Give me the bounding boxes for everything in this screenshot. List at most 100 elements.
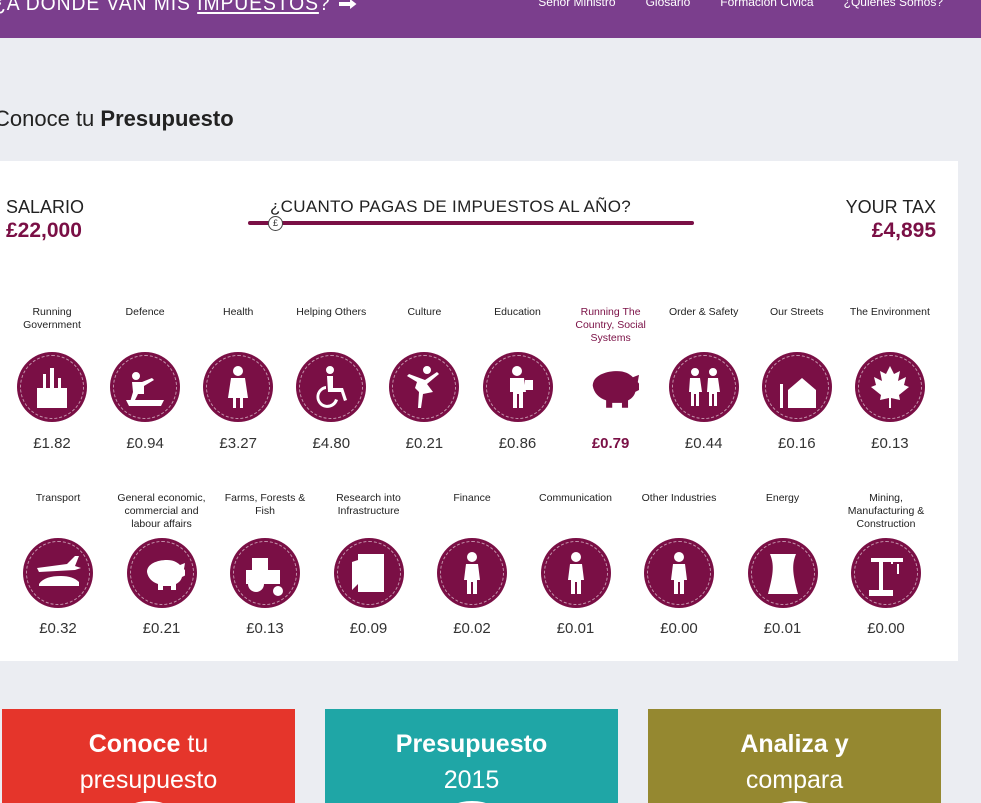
category-amount: £0.44 (684, 435, 723, 452)
category-icon-circle[interactable] (389, 352, 460, 422)
category-amount: £0.00 (660, 620, 698, 637)
nav-item-formacion-civica[interactable]: Formación Cívica (720, 0, 813, 9)
category-label: Research into Infrastructure (336, 492, 401, 517)
category-icon-circle[interactable] (437, 538, 507, 608)
category-item[interactable]: Mining, Manufacturing & Construction £0.0… (838, 492, 934, 637)
tax-value: £4,895 (871, 219, 936, 242)
category-icon-circle[interactable] (854, 352, 925, 422)
category-label: Mining, Manufacturing & Construction (847, 492, 925, 530)
category-icon-circle[interactable] (761, 352, 832, 422)
category-icon-circle[interactable] (747, 538, 818, 608)
category-icon-circle[interactable] (540, 538, 611, 608)
street-house-icon (779, 378, 816, 408)
category-icon-circle[interactable] (110, 352, 181, 422)
category-label: Running The Country, Social Systems (575, 306, 646, 344)
category-item[interactable]: The Environment £0.13 (842, 306, 938, 452)
category-amount: £0.00 (867, 620, 905, 637)
card-line-1: Conoce tu (2, 726, 295, 762)
category-icon-circle[interactable] (851, 538, 921, 608)
category-amount: £0.13 (871, 435, 909, 452)
category-label: The Environment (849, 306, 930, 318)
category-icon-circle[interactable] (576, 352, 646, 422)
category-item[interactable]: Our Streets £0.16 (749, 306, 845, 452)
category-amount: £0.16 (778, 435, 816, 452)
category-icon-circle[interactable] (333, 538, 404, 608)
category-label: Communication (539, 492, 612, 504)
logo-question-mark: ? (318, 0, 331, 15)
category-item[interactable]: Education £0.86 (470, 306, 566, 452)
category-label: Health (223, 306, 254, 318)
pointing-hand-icon (338, 0, 357, 10)
category-item[interactable]: Running The Country, Social Systems £0.79 (563, 306, 659, 452)
feature-card-3[interactable]: Analiza y compara (648, 709, 941, 803)
salary-value[interactable]: £22,000 (6, 219, 82, 243)
category-item[interactable]: Health £3.27 (190, 306, 286, 452)
category-label: Energy (765, 492, 800, 504)
tax-question: ¿CUANTO PAGAS DE IMPUESTOS AL AÑO? (270, 197, 631, 216)
wheelchair-icon (316, 366, 348, 408)
category-amount: £0.21 (142, 620, 181, 637)
category-item[interactable]: Culture £0.21 (376, 306, 472, 452)
person-icon (464, 552, 480, 594)
category-label: Farms, Forests & Fish (224, 492, 306, 517)
tax-label: YOUR TAX (845, 197, 936, 217)
category-amount: £0.79 (591, 435, 630, 452)
category-label: Running Government (23, 306, 81, 331)
notebook-icon (351, 554, 384, 592)
feature-card-1[interactable]: Conoce tu presupuesto (2, 709, 295, 803)
salary-slider-handle[interactable]: £ (268, 216, 283, 231)
category-icon-circle[interactable] (482, 352, 553, 422)
site-logo[interactable]: ¿A DÓNDE VAN MIS IMPUESTOS? (0, 0, 357, 16)
person-icon (671, 552, 687, 594)
category-item[interactable]: Other Industries £0.00 (631, 492, 727, 637)
category-icon-circle[interactable] (644, 538, 714, 608)
category-icon-circle[interactable] (126, 538, 197, 608)
category-item[interactable]: Farms, Forests & Fish £0.13 (217, 492, 313, 637)
category-amount: £0.09 (349, 620, 388, 637)
category-icon-circle[interactable] (230, 538, 300, 608)
category-item[interactable]: General economic, commercial and labour … (114, 492, 210, 637)
category-item[interactable]: Research into Infrastructure £0.09 (321, 492, 417, 637)
category-icon-circle[interactable] (296, 352, 367, 422)
category-item[interactable]: Order & Safety £0.44 (656, 306, 752, 452)
category-amount: £4.80 (312, 435, 351, 452)
category-icon-circle[interactable] (668, 352, 739, 422)
salary-label: SALARIO (6, 197, 85, 217)
category-label: Education (494, 306, 541, 318)
maple-leaf-icon (870, 366, 909, 408)
category-label: Transport (35, 492, 81, 504)
category-icon-circle[interactable] (203, 352, 274, 422)
category-item[interactable]: Defence £0.94 (97, 306, 193, 452)
logo-text: ¿A DÓNDE VAN MIS (0, 0, 191, 15)
category-item[interactable]: Energy £0.01 (735, 492, 831, 637)
category-label: Order & Safety (668, 306, 739, 318)
cooling-tower-icon (767, 554, 798, 594)
category-amount: £0.13 (246, 620, 284, 637)
nurse-icon (228, 366, 249, 408)
card-text: tu (180, 730, 209, 758)
category-label: Culture (407, 306, 442, 318)
category-label: Our Streets (769, 306, 824, 318)
card-line-1: Analiza y (648, 726, 941, 762)
feature-card-2[interactable]: Presupuesto 2015 (325, 709, 618, 803)
nav-item-senor-ministro[interactable]: Señor Ministro (538, 0, 615, 9)
card-line-2: 2015 (443, 766, 500, 794)
category-item[interactable]: Transport £0.32 (10, 492, 106, 637)
category-amount: £0.86 (498, 435, 537, 452)
category-amount: £0.01 (763, 620, 802, 637)
category-item[interactable]: Helping Others £4.80 (283, 306, 379, 452)
crane-icon (869, 558, 903, 596)
salary-slider-track[interactable] (248, 221, 694, 225)
category-item[interactable]: Finance £0.02 (424, 492, 520, 637)
category-item[interactable]: Communication £0.01 (528, 492, 624, 637)
category-icon-circle[interactable] (17, 352, 87, 422)
category-amount: £3.27 (219, 435, 257, 452)
nav-item-quienes-somos[interactable]: ¿Quiénes Somos? (844, 0, 943, 9)
nav-item-glosario[interactable]: Glosario (646, 0, 691, 9)
piggy-bank-icon (592, 371, 639, 408)
card-bold-text: Presupuesto (395, 730, 548, 758)
card-line-1: Presupuesto (325, 726, 618, 762)
category-icon-circle[interactable] (23, 538, 93, 608)
category-item[interactable]: Running Government £1.82 (4, 306, 100, 452)
tax-calculator-panel: SALARIO £22,000 ¿CUANTO PAGAS DE IMPUEST… (0, 161, 958, 661)
